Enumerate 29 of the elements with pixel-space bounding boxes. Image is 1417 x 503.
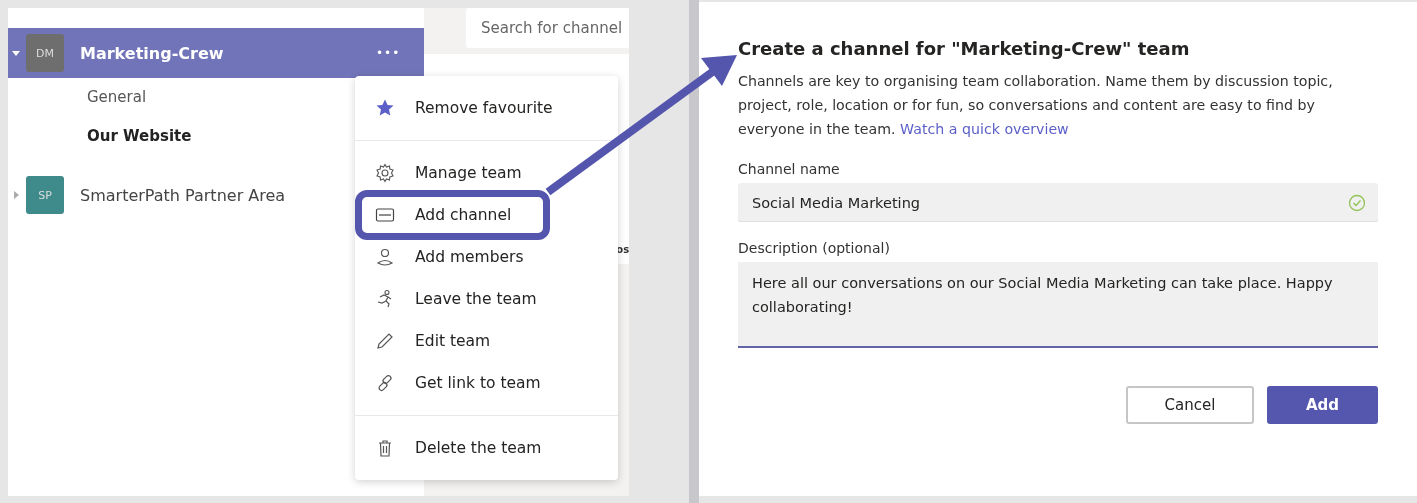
star-icon bbox=[375, 98, 395, 118]
team-item[interactable]: DM Marketing-Crew ••• bbox=[8, 28, 424, 78]
menu-item[interactable]: Manage team bbox=[355, 156, 618, 190]
menu-item[interactable]: Remove favourite bbox=[355, 91, 618, 125]
dialog-description: Channels are key to organising team collaboration. Name them by discussion topic, project, role, location or for fun, so conversations and content are easy to find by everyone in the team. Watch a quick overview bbox=[738, 72, 1334, 139]
channel-name-field[interactable]: Social Media Marketing bbox=[738, 183, 1378, 222]
add-button[interactable]: Add bbox=[1267, 386, 1378, 424]
pencil-icon bbox=[375, 331, 395, 351]
gear-icon bbox=[375, 163, 395, 183]
menu-item[interactable]: Leave the team bbox=[355, 282, 618, 316]
more-options-icon[interactable]: ••• bbox=[376, 46, 401, 60]
overview-link[interactable]: Watch a quick overview bbox=[900, 121, 1069, 137]
search-field[interactable]: Search for channel bbox=[466, 8, 630, 48]
dialog-title: Create a channel for "Marketing-Crew" team bbox=[738, 38, 1191, 59]
team-avatar: SP bbox=[26, 176, 64, 214]
menu-item[interactable]: Edit team bbox=[355, 324, 618, 358]
field-label: Description (optional) bbox=[738, 240, 891, 256]
description-field[interactable]: Here all our conversations on our Social Media Marketing can take place. Happy collaborating! bbox=[738, 262, 1378, 348]
menu-item[interactable]: Get link to team bbox=[355, 366, 618, 400]
cancel-button[interactable]: Cancel bbox=[1126, 386, 1254, 424]
menu-item[interactable]: Add channel bbox=[355, 190, 550, 240]
person-icon bbox=[375, 247, 395, 267]
card-icon bbox=[375, 205, 395, 225]
menu-item[interactable]: Delete the team bbox=[355, 431, 618, 465]
field-label: Channel name bbox=[738, 161, 841, 177]
caret-icon bbox=[12, 49, 20, 57]
caret-icon bbox=[12, 191, 20, 199]
team-avatar: DM bbox=[26, 34, 64, 72]
menu-item[interactable]: Add members bbox=[355, 240, 618, 274]
